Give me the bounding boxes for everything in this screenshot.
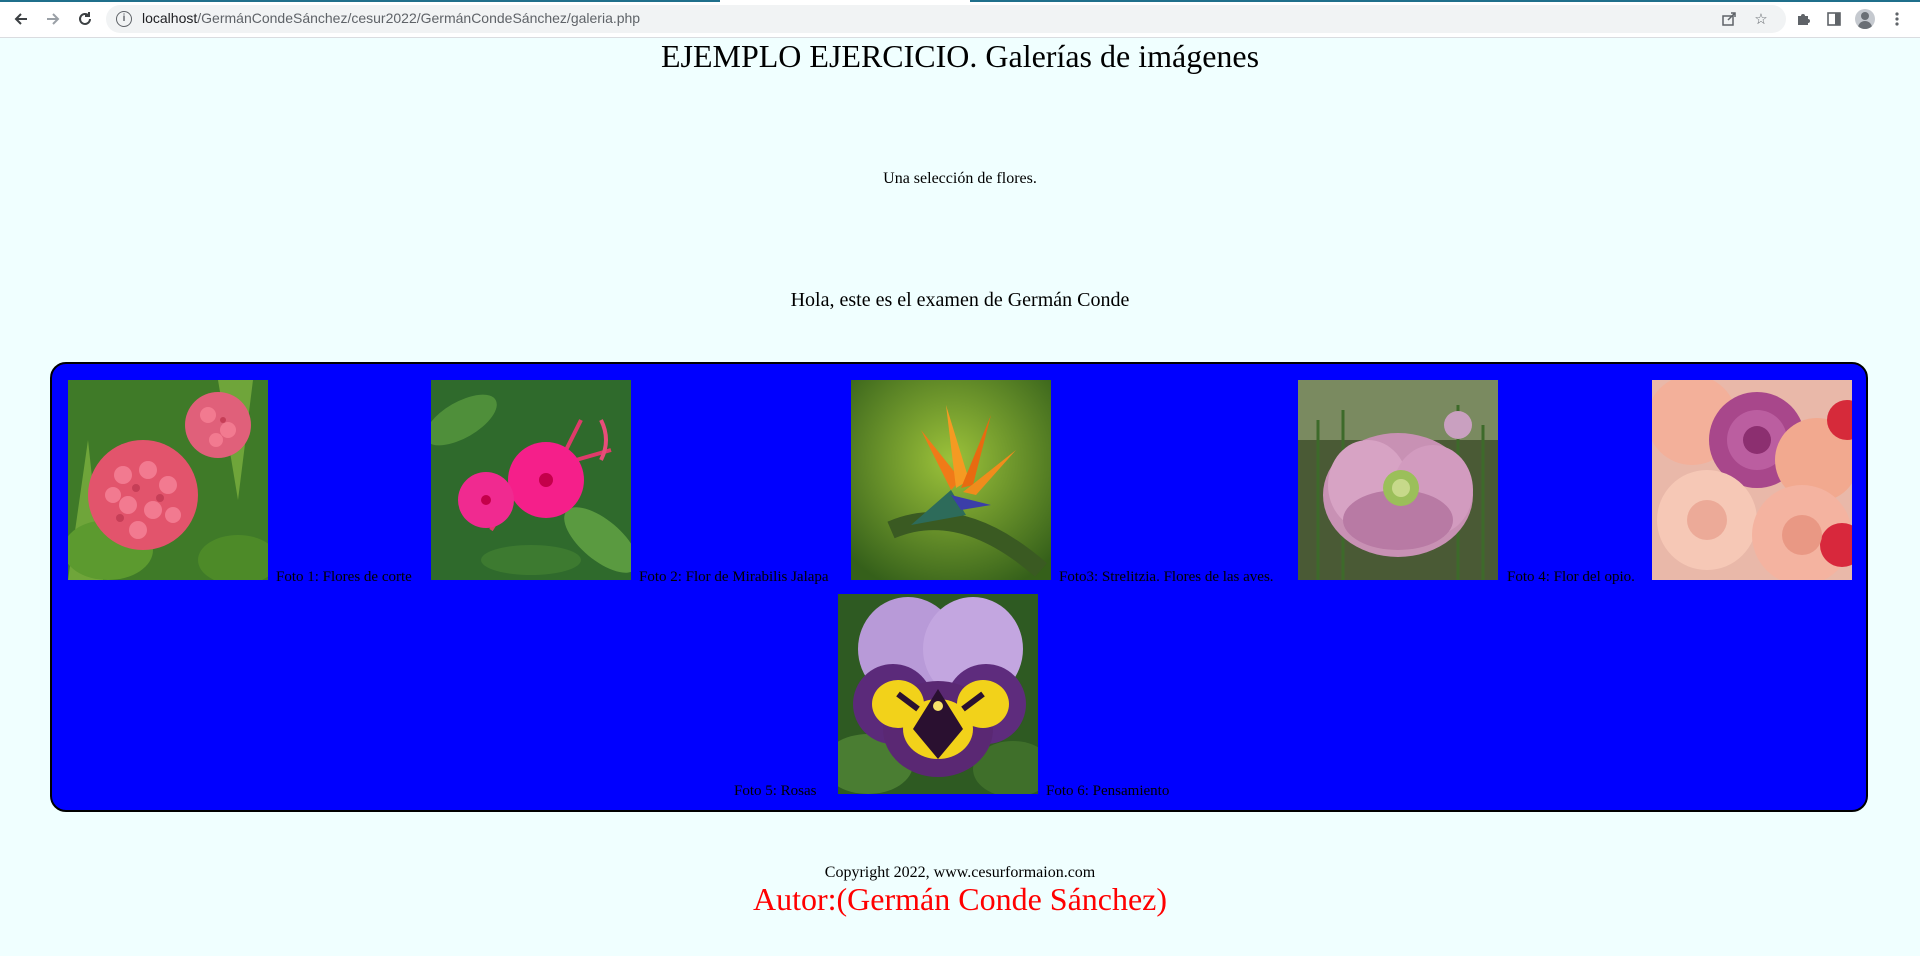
tab-strip-accent	[0, 0, 720, 2]
page-subtitle: Una selección de flores.	[883, 170, 1037, 187]
forward-arrow-icon[interactable]	[40, 6, 66, 32]
url-path: /GermánCondeSánchez/cesur2022/GermánCond…	[197, 10, 641, 26]
gallery-photo-roses[interactable]	[1652, 380, 1852, 580]
greeting-text: Hola, este es el examen de Germán Conde	[790, 289, 1130, 311]
tab-strip-accent-right	[970, 0, 1920, 2]
gallery-photo-mirabilis[interactable]	[431, 380, 631, 580]
site-info-icon[interactable]: i	[116, 11, 132, 27]
url-host: localhost	[142, 10, 198, 26]
bookmark-star-icon[interactable]: ☆	[1752, 10, 1770, 28]
gallery-photo-pansy[interactable]	[838, 594, 1038, 794]
url-text[interactable]: localhost/GermánCondeSánchez/cesur2022/G…	[142, 10, 640, 26]
gallery-photo-hydrangea[interactable]	[68, 380, 268, 580]
extensions-puzzle-icon[interactable]	[1793, 9, 1813, 29]
side-panel-icon[interactable]	[1824, 9, 1844, 29]
share-icon[interactable]	[1720, 10, 1738, 28]
caption-photo-1: Foto 1: Flores de corte	[276, 569, 412, 585]
menu-kebab-icon[interactable]	[1887, 9, 1907, 29]
footer-copyright: Copyright 2022, www.cesurformaion.com	[824, 864, 1096, 881]
gallery-photo-strelitzia[interactable]	[851, 380, 1051, 580]
gallery-photo-poppy[interactable]	[1298, 380, 1498, 580]
address-bar[interactable]: i localhost/GermánCondeSánchez/cesur2022…	[106, 5, 1786, 33]
footer-author: Autor:(Germán Conde Sánchez)	[752, 881, 1168, 917]
caption-photo-2: Foto 2: Flor de Mirabilis Jalapa	[639, 569, 829, 585]
page-title: EJEMPLO EJERCICIO. Galerías de imágenes	[660, 38, 1260, 74]
caption-photo-4: Foto 4: Flor del opio.	[1507, 569, 1635, 585]
caption-photo-3: Foto3: Strelitzia. Flores de las aves.	[1059, 569, 1274, 585]
browser-toolbar: i localhost/GermánCondeSánchez/cesur2022…	[0, 0, 1920, 38]
reload-icon[interactable]	[72, 6, 98, 32]
back-arrow-icon[interactable]	[8, 6, 34, 32]
profile-avatar-icon[interactable]	[1855, 9, 1875, 29]
caption-photo-5: Foto 5: Rosas	[734, 783, 817, 799]
caption-photo-6: Foto 6: Pensamiento	[1046, 783, 1170, 799]
image-gallery: Foto 1: Flores de corte Foto 2: Flor de …	[50, 362, 1868, 812]
